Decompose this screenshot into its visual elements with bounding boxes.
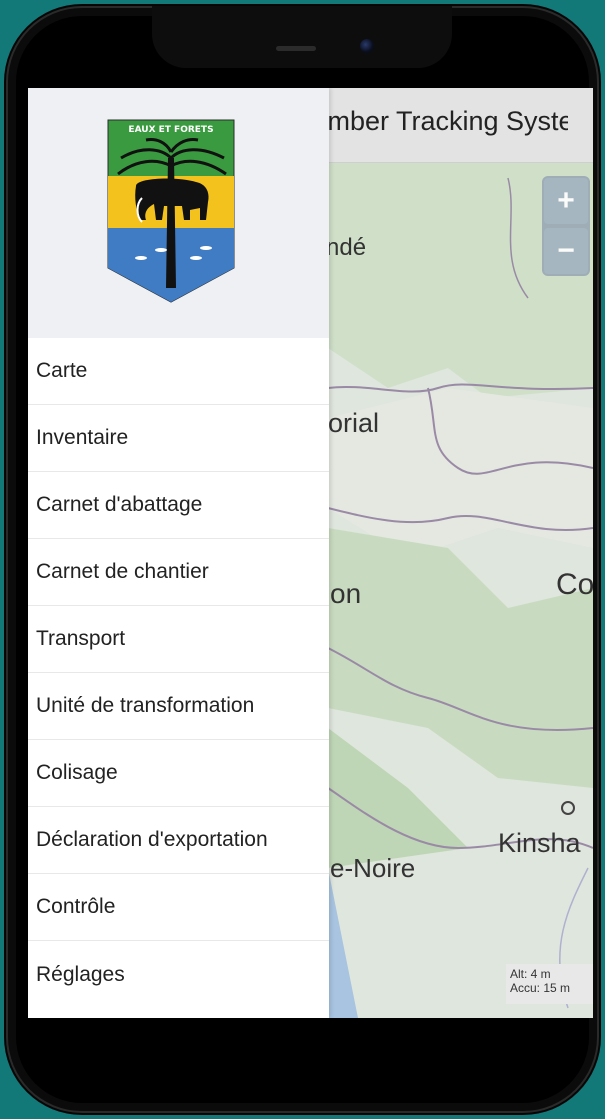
- zoom-control: + −: [542, 176, 590, 276]
- map-label: Co: [556, 568, 593, 601]
- drawer-menu: Carte Inventaire Carnet d'abattage Carne…: [28, 338, 329, 1008]
- drawer-header: EAUX ET FORETS: [28, 88, 329, 338]
- map-label: orial: [328, 408, 380, 438]
- menu-item-unite-transformation[interactable]: Unité de transformation: [28, 673, 329, 740]
- app-title: Timber Tracking System: [328, 106, 568, 136]
- zoom-out-button[interactable]: −: [544, 228, 588, 274]
- accuracy-text: Accu: 15 m: [510, 981, 571, 995]
- map-label: ndé: [326, 234, 367, 261]
- city-marker-icon: [561, 801, 575, 815]
- menu-item-carnet-abattage[interactable]: Carnet d'abattage: [28, 472, 329, 539]
- svg-text:EAUX ET FORETS: EAUX ET FORETS: [128, 125, 213, 135]
- app-screen: ndé orial on Co Kinsha e-Noire + − Alt: …: [28, 88, 593, 1018]
- altitude-text: Alt: 4 m: [510, 967, 551, 981]
- menu-item-declaration-exportation[interactable]: Déclaration d'exportation: [28, 807, 329, 874]
- zoom-in-button[interactable]: +: [544, 178, 588, 224]
- map-label: on: [330, 578, 362, 609]
- eaux-et-forets-emblem-icon: EAUX ET FORETS: [107, 119, 235, 303]
- map-label: e-Noire: [330, 853, 416, 883]
- menu-item-colisage[interactable]: Colisage: [28, 740, 329, 807]
- speaker-grille: [276, 46, 316, 51]
- front-camera-icon: [360, 39, 374, 53]
- menu-item-reglages[interactable]: Réglages: [28, 941, 329, 1008]
- navigation-drawer: EAUX ET FORETS Carte Inventaire Carnet d…: [28, 88, 329, 1018]
- gps-readout: Alt: 4 m Accu: 15 m: [506, 964, 593, 1004]
- menu-item-inventaire[interactable]: Inventaire: [28, 405, 329, 472]
- menu-item-transport[interactable]: Transport: [28, 606, 329, 673]
- menu-item-controle[interactable]: Contrôle: [28, 874, 329, 941]
- phone-notch: [152, 6, 452, 68]
- menu-item-carnet-chantier[interactable]: Carnet de chantier: [28, 539, 329, 606]
- menu-item-carte[interactable]: Carte: [28, 338, 329, 405]
- map-label: Kinsha: [498, 828, 581, 858]
